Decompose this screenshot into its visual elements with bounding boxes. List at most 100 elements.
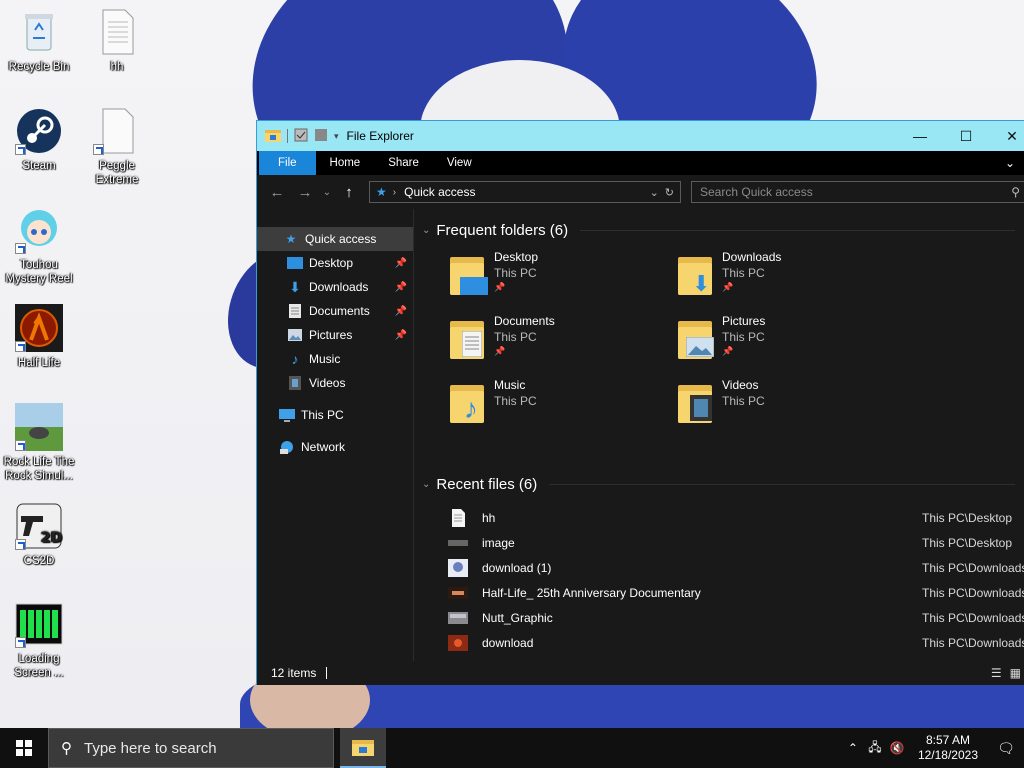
close-button[interactable]: ✕ (989, 121, 1024, 151)
nav-item-music[interactable]: ♪ Music (257, 347, 413, 371)
maximize-button[interactable]: ☐ (943, 121, 989, 151)
clock-time: 8:57 AM (925, 733, 970, 747)
address-field[interactable]: ★ › Quick access ⌄ ↻ (369, 181, 681, 203)
title-bar[interactable]: ▾ File Explorer — ☐ ✕ (257, 121, 1024, 151)
volume-muted-icon[interactable]: 🔇 (886, 741, 908, 755)
show-hidden-icons-chevron-icon[interactable]: ⌃ (842, 741, 864, 755)
customize-toolbar-icon[interactable]: ▾ (334, 131, 339, 142)
nav-item-videos[interactable]: Videos (257, 371, 413, 395)
desktop-icon-recycle-bin[interactable]: Recycle Bin (0, 8, 78, 74)
nav-item-quick-access[interactable]: ★ Quick access (257, 227, 413, 251)
recent-file-row[interactable]: download This PC\Downloads (422, 630, 1024, 655)
desktop-icon-label: Peggle Extreme (95, 160, 139, 186)
folder-name: Pictures (722, 314, 766, 328)
folder-tile-desktop[interactable]: Desktop This PC 📌 (448, 249, 668, 305)
up-button[interactable]: ↑ (335, 179, 363, 205)
frequent-folders-header[interactable]: ⌄ Frequent folders (6) (422, 219, 1024, 241)
nav-item-downloads[interactable]: ⬇ Downloads 📌 (257, 275, 413, 299)
clock[interactable]: 8:57 AM 12/18/2023 (908, 733, 988, 763)
pin-icon: 📌 (722, 346, 734, 356)
recent-file-row[interactable]: Nutt_Graphic This PC\Downloads (422, 605, 1024, 630)
nav-item-pictures[interactable]: Pictures 📌 (257, 323, 413, 347)
recent-file-row[interactable]: Half-Life_ 25th Anniversary Documentary … (422, 580, 1024, 605)
loading-screen-icon (15, 600, 63, 648)
pin-icon: 📌 (394, 305, 407, 317)
breadcrumb-separator-icon[interactable]: › (393, 187, 396, 198)
large-icons-view-icon[interactable]: ▦ (1010, 666, 1021, 680)
tab-share[interactable]: Share (374, 151, 433, 175)
search-input[interactable]: Search Quick access ⚲ (691, 181, 1024, 203)
nav-item-label: Desktop (309, 256, 354, 270)
clock-date: 12/18/2023 (917, 748, 978, 762)
refresh-icon[interactable]: ↻ (665, 186, 674, 199)
desktop-icon-rock-life[interactable]: Rock Life The Rock Simul... (0, 403, 78, 483)
desktop-icon-half-life[interactable]: Half Life (0, 304, 78, 370)
taskbar-file-explorer-button[interactable] (340, 728, 386, 768)
recent-files-list: hh This PC\Desktop image This PC\Desktop… (422, 505, 1024, 655)
star-icon: ★ (376, 185, 387, 199)
nav-item-desktop[interactable]: Desktop 📌 (257, 251, 413, 275)
search-icon: ⚲ (1011, 185, 1020, 199)
file-path: This PC\Downloads (922, 560, 1024, 575)
file-path: This PC\Downloads (922, 635, 1024, 650)
folder-tile-downloads[interactable]: ⬇ Downloads This PC 📌 (676, 249, 896, 305)
desktop-icon-steam[interactable]: Steam (0, 107, 78, 173)
notification-center-icon[interactable]: 🗨 (988, 740, 1024, 757)
film-icon (287, 375, 303, 391)
recent-locations-chevron-icon[interactable]: ⌄ (319, 179, 335, 205)
desktop-icon-touhou[interactable]: Touhou Mystery Reel (0, 206, 78, 286)
tab-view[interactable]: View (433, 151, 486, 175)
desktop-icon-label: Touhou Mystery Reel (5, 259, 73, 285)
collapse-chevron-icon[interactable]: ⌄ (422, 225, 430, 236)
folder-tile-pictures[interactable]: Pictures This PC 📌 (676, 313, 896, 369)
windows-logo-icon (16, 740, 32, 756)
back-button[interactable]: ← (263, 179, 291, 205)
address-dropdown-icon[interactable]: ⌄ (650, 186, 659, 199)
details-view-icon[interactable]: ☰ (991, 666, 1002, 680)
new-folder-icon[interactable] (314, 128, 328, 145)
network-status-icon[interactable]: 🖧 (864, 738, 886, 759)
start-button[interactable] (0, 728, 48, 768)
folder-location: This PC (722, 330, 765, 344)
folder-name: Videos (722, 378, 759, 392)
tab-file[interactable]: File (259, 151, 316, 175)
videos-folder-icon (676, 381, 716, 425)
nav-item-documents[interactable]: Documents 📌 (257, 299, 413, 323)
forward-button[interactable]: → (291, 179, 319, 205)
expand-ribbon-chevron-icon[interactable]: ⌄ (1005, 156, 1015, 170)
nav-item-label: This PC (301, 408, 344, 422)
folder-tile-music[interactable]: ♪ Music This PC (448, 377, 668, 433)
taskbar-search-placeholder: Type here to search (84, 739, 217, 757)
picture-icon (287, 327, 303, 343)
desktop-icon-hh[interactable]: hh (78, 8, 156, 74)
ribbon-tabs: File Home Share View ⌄ (257, 151, 1024, 175)
nav-item-this-pc[interactable]: This PC (257, 403, 413, 427)
desktop-icon-loading-screen[interactable]: Loading Screen ... (0, 600, 78, 680)
pin-icon: 📌 (722, 282, 734, 292)
tab-home[interactable]: Home (316, 151, 375, 175)
desktop-icon-label: Rock Life The Rock Simul... (3, 456, 75, 482)
pin-icon: 📌 (394, 257, 407, 269)
breadcrumb-quick-access[interactable]: Quick access (404, 185, 475, 199)
recent-file-row[interactable]: image This PC\Desktop (422, 530, 1024, 555)
music-note-icon: ♪ (291, 351, 299, 367)
minimize-button[interactable]: — (897, 121, 943, 151)
download-arrow-icon: ⬇ (289, 278, 301, 295)
folder-tile-videos[interactable]: Videos This PC (676, 377, 896, 433)
music-folder-icon: ♪ (448, 381, 488, 425)
nav-item-network[interactable]: Network (257, 435, 413, 459)
taskbar-search-input[interactable]: ⚲ Type here to search (48, 728, 334, 768)
recent-file-row[interactable]: download (1) This PC\Downloads (422, 555, 1024, 580)
desktop-icon-cs2d[interactable]: 2D CS2D (0, 502, 78, 568)
search-placeholder: Search Quick access (700, 185, 813, 199)
desktop-icon-peggle[interactable]: Peggle Extreme (78, 107, 156, 187)
pictures-folder-icon (676, 317, 716, 361)
file-name: download (482, 635, 534, 650)
recent-files-header[interactable]: ⌄ Recent files (6) (422, 473, 1024, 495)
collapse-chevron-icon[interactable]: ⌄ (422, 479, 430, 490)
recent-file-row[interactable]: hh This PC\Desktop (422, 505, 1024, 530)
folder-tile-documents[interactable]: Documents This PC 📌 (448, 313, 668, 369)
properties-icon[interactable] (294, 128, 308, 145)
image-thumbnail-icon (448, 611, 468, 624)
nav-item-label: Downloads (309, 280, 369, 294)
